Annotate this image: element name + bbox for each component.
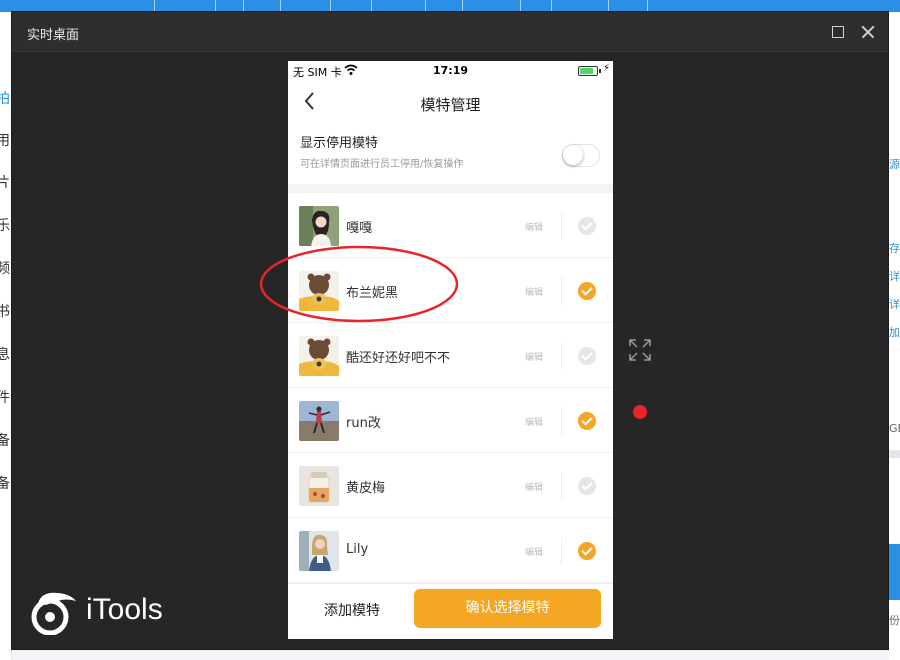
charging-icon: ⚡ bbox=[603, 63, 611, 74]
list-item[interactable]: 布兰妮黑 编辑 bbox=[288, 258, 613, 323]
record-indicator bbox=[633, 405, 647, 419]
background-link[interactable]: 详 bbox=[889, 268, 900, 284]
maximize-icon bbox=[832, 26, 844, 38]
itools-logo: iTools bbox=[28, 587, 188, 637]
list-item[interactable]: 酷还好还好吧不不 编辑 bbox=[288, 323, 613, 388]
status-bar: 无 SIM 卡 17:19 ⚡ bbox=[288, 61, 613, 81]
model-name: 嘎嘎 bbox=[346, 221, 373, 236]
battery-tip bbox=[599, 69, 601, 73]
list-item[interactable]: 嘎嘎 编辑 bbox=[288, 193, 613, 258]
list-item[interactable]: Lily 编辑 bbox=[288, 518, 613, 583]
show-disabled-toggle[interactable] bbox=[562, 144, 600, 167]
avatar bbox=[299, 531, 339, 571]
fullscreen-icon[interactable] bbox=[628, 338, 652, 362]
row-divider bbox=[561, 472, 562, 500]
background-backup-text: 份 bbox=[889, 614, 900, 627]
model-name: Lily bbox=[346, 542, 369, 557]
model-name: 酷还好还好吧不不 bbox=[346, 351, 451, 366]
live-desktop-window: 实时桌面 iTools 无 SIM 卡 17:19 ⚡ 模特管理 显示停用模特 … bbox=[11, 11, 889, 650]
window-title: 实时桌面 bbox=[27, 28, 80, 43]
edit-link[interactable]: 编辑 bbox=[525, 220, 543, 233]
row-divider bbox=[561, 212, 562, 240]
avatar bbox=[299, 206, 339, 246]
add-model-button[interactable]: 添加模特 bbox=[302, 600, 402, 620]
avatar bbox=[299, 466, 339, 506]
edit-link[interactable]: 编辑 bbox=[525, 545, 543, 558]
phone-screen: 无 SIM 卡 17:19 ⚡ 模特管理 显示停用模特 可在详情页面进行员工停用… bbox=[288, 61, 613, 639]
background-link[interactable]: 加 bbox=[889, 324, 900, 340]
close-button[interactable] bbox=[858, 22, 878, 42]
battery-icon bbox=[578, 66, 598, 76]
edit-link[interactable]: 编辑 bbox=[525, 480, 543, 493]
setting-hint: 可在详情页面进行员工停用/恢复操作 bbox=[300, 159, 464, 170]
select-check[interactable] bbox=[578, 412, 596, 430]
avatar bbox=[299, 401, 339, 441]
select-check[interactable] bbox=[578, 347, 596, 365]
toggle-knob bbox=[563, 145, 583, 165]
background-link[interactable]: 详 bbox=[889, 296, 900, 312]
edit-link[interactable]: 编辑 bbox=[525, 350, 543, 363]
model-name: 黄皮梅 bbox=[346, 481, 386, 496]
list-item[interactable]: 黄皮梅 编辑 bbox=[288, 453, 613, 518]
edit-link[interactable]: 编辑 bbox=[525, 415, 543, 428]
model-list: 嘎嘎 编辑 布兰妮黑 编辑 酷还好还好吧不不 编辑 run改 编辑 黄皮梅 编辑… bbox=[288, 193, 613, 583]
status-time: 17:19 bbox=[432, 64, 468, 77]
background-storage-bar bbox=[889, 450, 900, 458]
show-disabled-setting: 显示停用模特 可在详情页面进行员工停用/恢复操作 bbox=[288, 125, 613, 184]
select-check[interactable] bbox=[578, 282, 596, 300]
page-title: 模特管理 bbox=[420, 96, 481, 114]
model-name: run改 bbox=[346, 416, 381, 431]
itools-logo-text: iTools bbox=[86, 593, 163, 626]
window-titlebar[interactable]: 实时桌面 bbox=[12, 12, 888, 52]
confirm-selection-button[interactable]: 确认选择模特 bbox=[414, 589, 601, 628]
bottom-action-bar: 添加模特 确认选择模特 bbox=[288, 583, 613, 639]
row-divider bbox=[561, 407, 562, 435]
model-name: 布兰妮黑 bbox=[346, 286, 399, 301]
background-link[interactable]: 存 bbox=[889, 240, 900, 256]
row-divider bbox=[561, 277, 562, 305]
avatar bbox=[299, 336, 339, 376]
background-storage-text: GB bbox=[889, 422, 900, 435]
battery-level bbox=[580, 68, 593, 74]
select-check[interactable] bbox=[578, 542, 596, 560]
row-divider bbox=[561, 342, 562, 370]
maximize-button[interactable] bbox=[828, 22, 848, 42]
setting-label: 显示停用模特 bbox=[300, 136, 379, 151]
nav-bar: 模特管理 bbox=[288, 81, 613, 125]
select-check[interactable] bbox=[578, 477, 596, 495]
list-item[interactable]: run改 编辑 bbox=[288, 388, 613, 453]
background-action-tile[interactable] bbox=[889, 544, 900, 600]
avatar bbox=[299, 271, 339, 311]
edit-link[interactable]: 编辑 bbox=[525, 285, 543, 298]
itools-logo-icon bbox=[31, 592, 76, 635]
background-link[interactable]: 源 bbox=[889, 156, 900, 172]
select-check[interactable] bbox=[578, 217, 596, 235]
row-divider bbox=[561, 537, 562, 565]
